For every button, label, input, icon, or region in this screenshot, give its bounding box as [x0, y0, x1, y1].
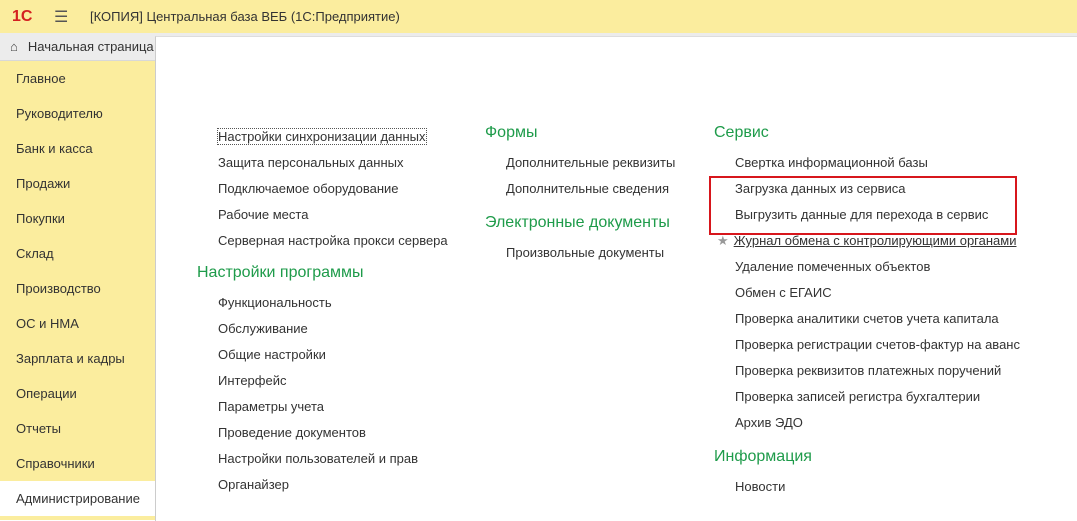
sidebar-item[interactable]: Операции: [0, 376, 155, 411]
link[interactable]: Дополнительные сведения: [485, 176, 675, 202]
home-icon: ⌂: [10, 39, 18, 54]
link[interactable]: Обслуживание: [197, 316, 448, 342]
sidebar-item[interactable]: Главное: [0, 61, 155, 96]
sidebar-item[interactable]: Справочники: [0, 446, 155, 481]
section-heading: Электронные документы: [485, 214, 670, 231]
sidebar-item[interactable]: ОС и НМА: [0, 306, 155, 341]
link[interactable]: Параметры учета: [197, 394, 448, 420]
link[interactable]: Произвольные документы: [485, 240, 675, 266]
link-text[interactable]: Журнал обмена с контролирующими органами: [734, 233, 1017, 248]
sidebar-item[interactable]: Отчеты: [0, 411, 155, 446]
section-heading: Настройки программы: [197, 264, 364, 281]
title-bar: 1С ☰ [КОПИЯ] Центральная база ВЕБ (1С:Пр…: [0, 0, 1077, 33]
sidebar: Главное Руководителю Банк и касса Продажи По…: [0, 61, 155, 520]
star-icon: ★: [717, 233, 729, 248]
link-text[interactable]: Настройки синхронизации данных: [217, 128, 427, 145]
link[interactable]: Защита персональных данных: [197, 150, 448, 176]
link[interactable]: Рабочие места: [197, 202, 448, 228]
section-heading: Формы: [485, 124, 538, 141]
sidebar-item[interactable]: Руководителю: [0, 96, 155, 131]
link[interactable]: Свертка информационной базы: [714, 150, 1020, 176]
section-heading: Сервис: [714, 124, 769, 141]
link[interactable]: Удаление помеченных объектов: [714, 254, 1020, 280]
link[interactable]: Общие настройки: [197, 342, 448, 368]
tab-home-label: Начальная страница: [27, 39, 154, 54]
menu-icon[interactable]: ☰: [54, 7, 74, 27]
link[interactable]: Проверка реквизитов платежных поручений: [714, 358, 1020, 384]
link[interactable]: Проверка аналитики счетов учета капитала: [714, 306, 1020, 332]
column-1: Настройки синхронизации данных Защита пер…: [197, 124, 448, 498]
link[interactable]: Новости: [714, 474, 1020, 500]
link[interactable]: Проверка регистрации счетов-фактур на ав…: [714, 332, 1020, 358]
admin-panel: Настройки синхронизации данных Защита пер…: [155, 36, 1077, 521]
highlight-box: [709, 176, 1017, 235]
1c-logo: 1С: [12, 7, 33, 25]
link[interactable]: Проведение документов: [197, 420, 448, 446]
link[interactable]: Подключаемое оборудование: [197, 176, 448, 202]
sidebar-item[interactable]: Банк и касса: [0, 131, 155, 166]
sidebar-item[interactable]: Покупки: [0, 201, 155, 236]
sidebar-item[interactable]: Продажи: [0, 166, 155, 201]
sidebar-item[interactable]: Зарплата и кадры: [0, 341, 155, 376]
link[interactable]: Проверка записей регистра бухгалтерии: [714, 384, 1020, 410]
link[interactable]: Интерфейс: [197, 368, 448, 394]
sidebar-item[interactable]: Производство: [0, 271, 155, 306]
column-2: Формы Дополнительные реквизиты Дополнитель…: [485, 124, 675, 266]
link[interactable]: Органайзер: [197, 472, 448, 498]
link[interactable]: Архив ЭДО: [714, 410, 1020, 436]
link[interactable]: Настройки синхронизации данных: [197, 124, 448, 150]
tab-home[interactable]: ⌂ Начальная страница: [0, 33, 154, 60]
link[interactable]: Серверная настройка прокси сервера: [197, 228, 448, 254]
link[interactable]: Обмен с ЕГАИС: [714, 280, 1020, 306]
sidebar-item[interactable]: Администрирование: [0, 481, 155, 516]
link[interactable]: Дополнительные реквизиты: [485, 150, 675, 176]
section-heading: Информация: [714, 448, 812, 465]
link[interactable]: Настройки пользователей и прав: [197, 446, 448, 472]
link[interactable]: Функциональность: [197, 290, 448, 316]
sidebar-item[interactable]: Склад: [0, 236, 155, 271]
window-title: [КОПИЯ] Центральная база ВЕБ (1С:Предпри…: [90, 9, 400, 24]
